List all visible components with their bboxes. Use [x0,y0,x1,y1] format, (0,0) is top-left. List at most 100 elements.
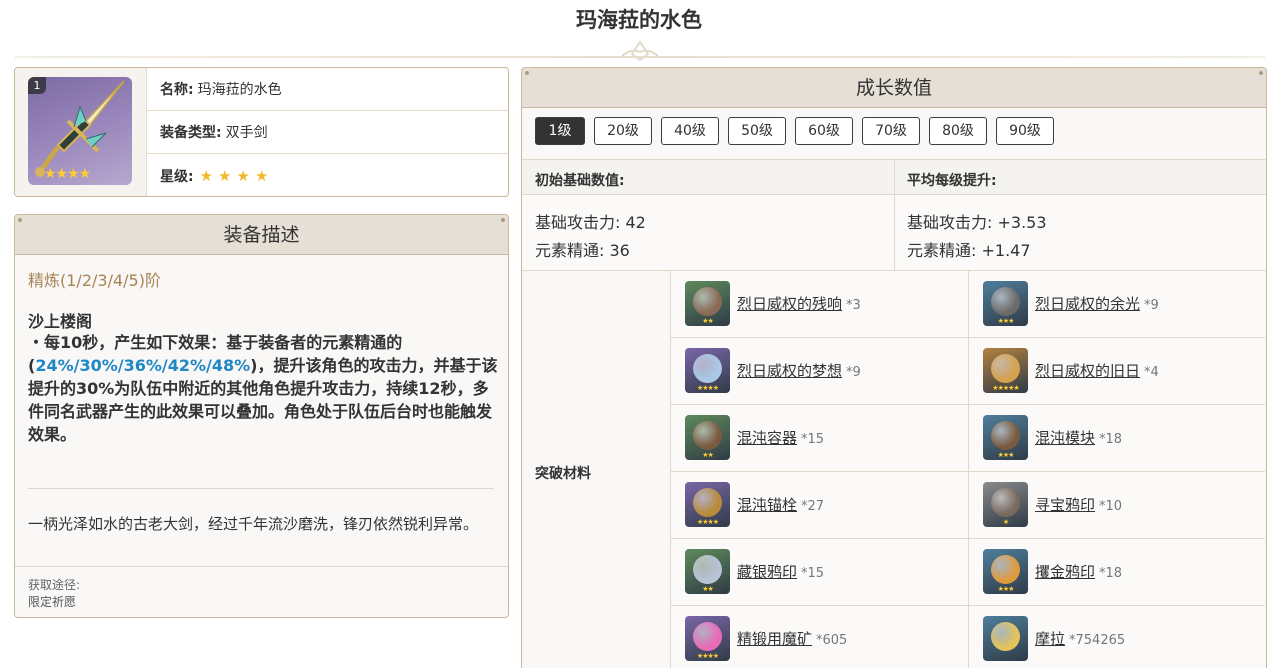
obtain-value: 限定祈愿 [28,595,77,609]
material-item[interactable]: ★ 寻宝鸦印 *10 [968,472,1265,539]
weapon-rarity-stars-icon: ★★★★ [44,166,91,182]
material-orb [693,622,722,651]
chaos-device-icon[interactable]: ★★★★ [685,482,730,527]
title-ornament-icon [621,40,659,62]
level-tab-80[interactable]: 80级 [929,117,987,145]
material-count: *27 [801,499,825,514]
material-item[interactable]: 摩拉 *754265 [968,606,1265,668]
growth-header: 成长数值 [522,68,1266,108]
material-name-link[interactable]: 寻宝鸦印 [1035,496,1095,514]
level-tab-20[interactable]: 20级 [594,117,652,145]
material-item[interactable]: ★★ 混沌容器 *15 [671,405,968,472]
info-row-type: 装备类型: 双手剑 [147,111,508,154]
crow-insignia-icon[interactable]: ★★★ [983,549,1028,594]
material-text: 烈日威权的梦想 *9 [737,360,861,381]
obtain-divider [15,566,508,567]
material-text: 摩拉 *754265 [1035,628,1125,649]
material-name-link[interactable]: 混沌容器 [737,429,797,447]
material-name-link[interactable]: 混沌锚栓 [737,496,797,514]
material-name-link[interactable]: 藏银鸦印 [737,563,797,581]
crow-insignia-icon[interactable]: ★ [983,482,1028,527]
refinement-badge: 1 [28,77,46,94]
material-count: *15 [801,566,825,581]
chaos-device-icon[interactable]: ★★★ [983,415,1028,460]
info-rows: 名称: 玛海菈的水色 装备类型: 双手剑 星级: ★★★★ [147,68,508,196]
material-item[interactable]: ★★★★ 混沌锚栓 *27 [671,472,968,539]
material-name-link[interactable]: 摩拉 [1035,630,1065,648]
material-stars-icon: ★★★★ [696,384,719,392]
relic-mask-icon[interactable]: ★★★★★ [983,348,1028,393]
material-text: 烈日威权的余光 *9 [1035,293,1159,314]
material-count: *605 [816,633,848,648]
rarity-stars-icon: ★★★★ [199,166,274,185]
growth-card: 成长数值 1级 20级 40级 50级 60级 70级 80级 90级 初始基础… [521,67,1267,668]
material-orb [693,555,722,584]
material-text: 烈日威权的残响 *3 [737,293,861,314]
material-count: *10 [1099,499,1123,514]
avg-em: 元素精通: +1.47 [907,241,1031,260]
relic-mask-icon[interactable]: ★★ [685,281,730,326]
material-text: 精锻用魔矿 *605 [737,628,847,649]
name-key: 名称: [160,82,194,98]
level-tab-90[interactable]: 90级 [996,117,1054,145]
material-stars-icon: ★ [1002,518,1009,526]
material-item[interactable]: ★★ 烈日威权的残响 *3 [671,271,968,338]
material-item[interactable]: ★★★ 攫金鸦印 *18 [968,539,1265,606]
material-stars-icon: ★★ [702,585,714,593]
material-item[interactable]: ★★ 藏银鸦印 *15 [671,539,968,606]
level-tab-70[interactable]: 70级 [862,117,920,145]
material-item[interactable]: ★★★ 混沌模块 *18 [968,405,1265,472]
level-tab-1[interactable]: 1级 [535,117,585,145]
material-item[interactable]: ★★★★ 精锻用魔矿 *605 [671,606,968,668]
material-orb [991,421,1020,450]
type-key: 装备类型: [160,125,222,141]
relic-mask-icon[interactable]: ★★★★ [685,348,730,393]
material-text: 烈日威权的旧日 *4 [1035,360,1159,381]
material-stars-icon: ★★★★ [696,652,719,660]
avg-growth-title: 平均每级提升: [907,173,997,189]
description-header: 装备描述 [15,215,508,255]
material-name-link[interactable]: 精锻用魔矿 [737,630,812,648]
material-item[interactable]: ★★★★ 烈日威权的梦想 *9 [671,338,968,405]
material-name-link[interactable]: 烈日威权的残响 [737,295,842,313]
relic-mask-icon[interactable]: ★★★ [983,281,1028,326]
base-atk: 基础攻击力: 42 [535,213,646,232]
material-name-link[interactable]: 攫金鸦印 [1035,563,1095,581]
material-stars-icon: ★★ [702,317,714,325]
material-item[interactable]: ★★★ 烈日威权的余光 *9 [968,271,1265,338]
name-value: 玛海菈的水色 [197,82,282,98]
description-card: 装备描述 精炼(1/2/3/4/5)阶 沙上楼阁 ・每10秒，产生如下效果：基于… [14,214,509,618]
material-stars-icon: ★★★ [997,451,1015,459]
material-name-link[interactable]: 烈日威权的旧日 [1035,362,1140,380]
material-count: *18 [1099,566,1123,581]
level-tab-40[interactable]: 40级 [661,117,719,145]
materials-label-cell: 突破材料 [522,271,671,668]
weapon-info-card: 1 ★★★★ 名称: 玛海菈的水色 装备类型: 双手剑 星级: ★★★★ [14,67,509,197]
material-orb [991,555,1020,584]
level-tab-50[interactable]: 50级 [728,117,786,145]
material-orb [991,488,1020,517]
info-row-rarity: 星级: ★★★★ [147,154,508,196]
material-name-link[interactable]: 烈日威权的余光 [1035,295,1140,313]
material-item[interactable]: ★★★★★ 烈日威权的旧日 *4 [968,338,1265,405]
type-value: 双手剑 [225,125,268,141]
material-text: 混沌模块 *18 [1035,427,1122,448]
material-name-link[interactable]: 烈日威权的梦想 [737,362,842,380]
page-title: 玛海菈的水色 [576,8,702,32]
material-name-link[interactable]: 混沌模块 [1035,429,1095,447]
flavor-text: 一柄光泽如水的古老大剑，经过千年流沙磨洗，锋刃依然锐利异常。 [28,515,479,533]
material-text: 藏银鸦印 *15 [737,561,824,582]
material-count: *15 [801,432,825,447]
ascension-materials: 突破材料 ★★ 烈日威权的残响 *3 ★★★ 烈日威权的余光 *9 ★★★★ 烈日威权的梦想 *… [522,271,1266,668]
material-orb [991,354,1020,383]
material-text: 混沌锚栓 *27 [737,494,824,515]
material-count: *9 [1144,298,1159,313]
material-stars-icon: ★★★★ [696,518,719,526]
chaos-device-icon[interactable]: ★★ [685,415,730,460]
mora-coin-icon[interactable] [983,616,1028,661]
passive-name: 沙上楼阁 [28,312,93,331]
material-stars-icon: ★★★★★ [992,384,1019,392]
level-tab-60[interactable]: 60级 [795,117,853,145]
crow-insignia-icon[interactable]: ★★ [685,549,730,594]
mystic-ore-icon[interactable]: ★★★★ [685,616,730,661]
